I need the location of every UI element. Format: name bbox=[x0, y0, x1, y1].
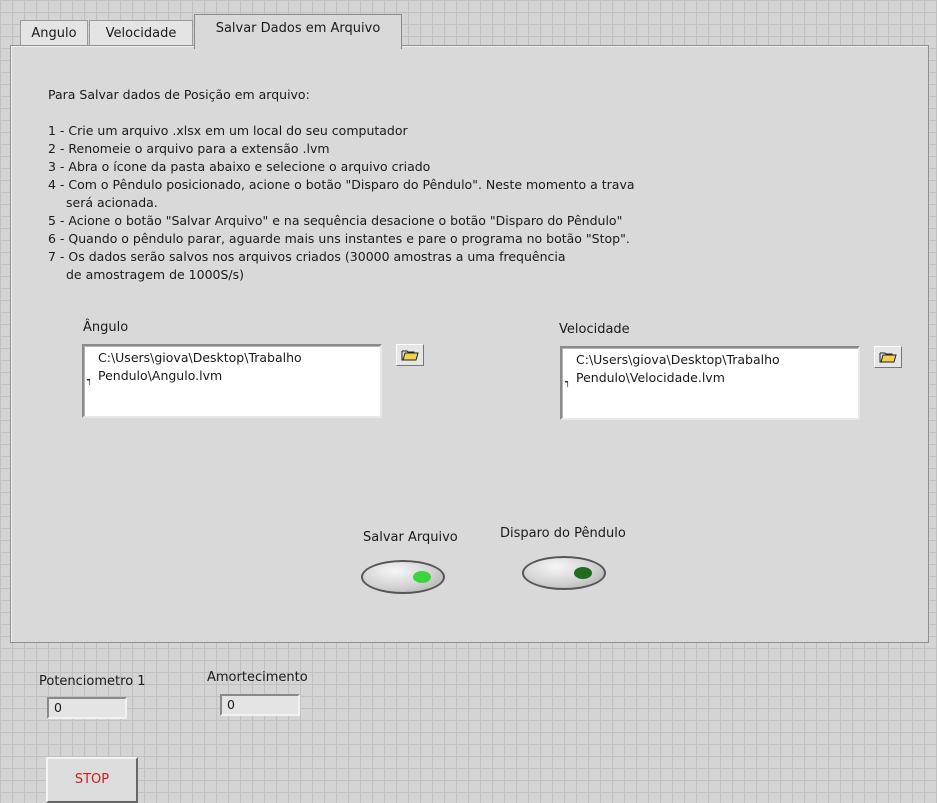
instruction-line: 4 - Com o Pêndulo posicionado, acione o … bbox=[48, 177, 635, 192]
velocidade-path-label: Velocidade bbox=[559, 322, 630, 337]
angulo-browse-button[interactable] bbox=[396, 344, 424, 366]
potenciometro-indicator: 0 bbox=[47, 697, 127, 719]
velocidade-path-control[interactable]: ┑ C:\Users\giova\Desktop\Trabalho Pendul… bbox=[560, 346, 860, 420]
tab-angulo[interactable]: Angulo bbox=[20, 20, 88, 47]
potenciometro-label: Potenciometro 1 bbox=[39, 674, 146, 689]
tab-velocidade[interactable]: Velocidade bbox=[89, 20, 193, 47]
angulo-path-label: Ângulo bbox=[83, 320, 129, 335]
path-marker-icon: ┑ bbox=[87, 376, 93, 386]
amortecimento-indicator: 0 bbox=[220, 694, 300, 716]
instruction-line: 2 - Renomeie o arquivo para a extensão .… bbox=[48, 141, 330, 156]
instruction-line: será acionada. bbox=[66, 195, 158, 210]
velocidade-browse-button[interactable] bbox=[874, 346, 902, 368]
disparo-pendulo-label: Disparo do Pêndulo bbox=[500, 526, 626, 541]
angulo-path-value[interactable]: C:\Users\giova\Desktop\Trabalho Pendulo\… bbox=[98, 349, 368, 385]
angulo-path-control[interactable]: ┑ C:\Users\giova\Desktop\Trabalho Pendul… bbox=[82, 344, 382, 418]
led-on-icon bbox=[413, 571, 431, 583]
tab-salvar-dados[interactable]: Salvar Dados em Arquivo bbox=[194, 14, 402, 49]
salvar-arquivo-label: Salvar Arquivo bbox=[363, 530, 458, 545]
instructions-heading: Para Salvar dados de Posição em arquivo: bbox=[48, 87, 310, 102]
instruction-line: 6 - Quando o pêndulo parar, aguarde mais… bbox=[48, 231, 630, 246]
salvar-arquivo-button[interactable] bbox=[361, 560, 445, 594]
instruction-line: 3 - Abra o ícone da pasta abaixo e selec… bbox=[48, 159, 431, 174]
amortecimento-label: Amortecimento bbox=[207, 670, 308, 685]
led-off-icon bbox=[574, 567, 592, 579]
velocidade-path-value[interactable]: C:\Users\giova\Desktop\Trabalho Pendulo\… bbox=[576, 351, 846, 387]
instructions: Para Salvar dados de Posição em arquivo:… bbox=[48, 86, 635, 284]
folder-open-icon bbox=[879, 352, 897, 363]
tab-panel-salvar-dados: Para Salvar dados de Posição em arquivo:… bbox=[10, 45, 929, 643]
folder-open-icon bbox=[401, 350, 419, 361]
stop-button[interactable]: STOP bbox=[46, 757, 138, 803]
instruction-line: 5 - Acione o botão "Salvar Arquivo" e na… bbox=[48, 213, 623, 228]
disparo-pendulo-button[interactable] bbox=[522, 556, 606, 590]
instruction-line: 7 - Os dados serão salvos nos arquivos c… bbox=[48, 249, 566, 264]
instruction-line: 1 - Crie um arquivo .xlsx em um local do… bbox=[48, 123, 408, 138]
path-marker-icon: ┑ bbox=[565, 378, 571, 388]
instruction-line: de amostragem de 1000S/s) bbox=[66, 267, 245, 282]
